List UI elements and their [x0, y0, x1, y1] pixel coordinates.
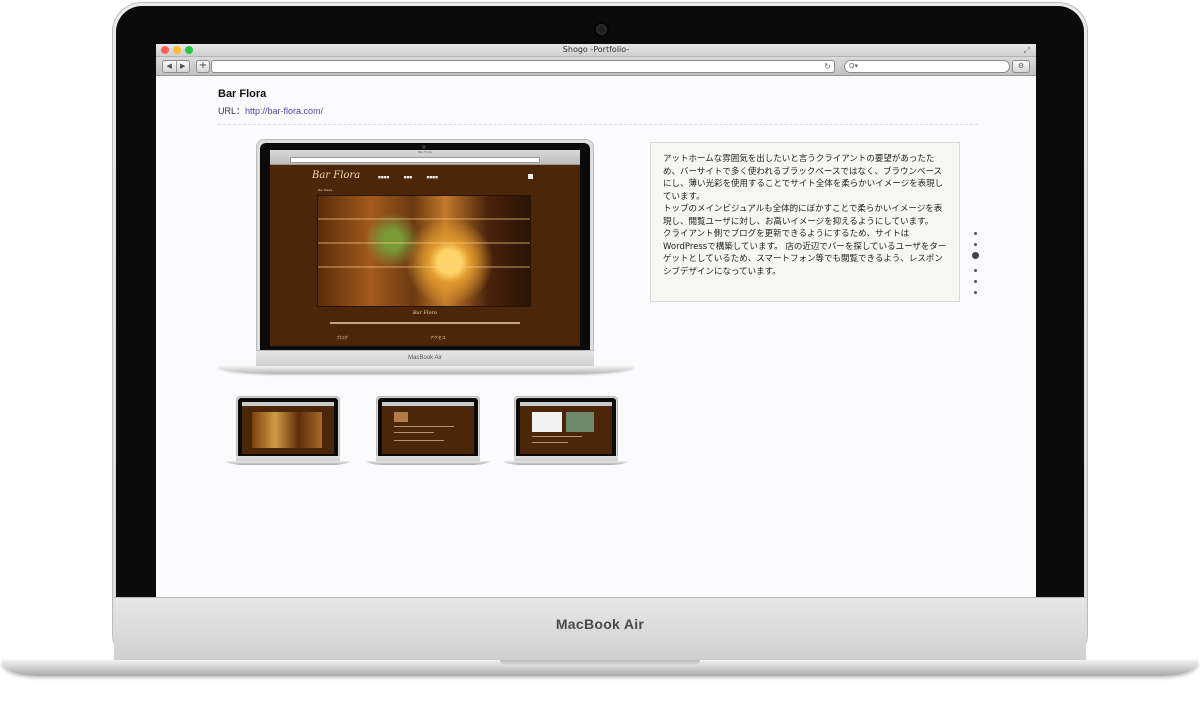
settings-gear-button[interactable]: ⚙: [1012, 60, 1030, 73]
mockup-site-logo: Bar Flora: [312, 170, 361, 181]
mockup-footer-access: アクセス: [430, 335, 446, 340]
thumbnail-1[interactable]: [236, 396, 340, 462]
address-bar[interactable]: ↻: [211, 60, 835, 73]
description-paragraph-3: クライアント側でブログを更新できるようにするため、サイトはWordPressで構…: [663, 229, 947, 277]
search-icon: Q▾: [849, 62, 859, 70]
thumbnail-2-base: [366, 461, 490, 465]
divider: [218, 124, 978, 125]
description-paragraph-2: トップのメインビジュアルも全体的にぼかすことで柔らかいイメージを表現し、閲覧ユー…: [663, 204, 943, 227]
mockup-site-nav: ■■■■ ■■■ ■■■■: [378, 175, 438, 179]
main-screenshot-mockup: Bar Flora Bar Flora ■■■■ ■■■ ■■■■ Bar Ne…: [256, 139, 594, 367]
mockup-footer-blog: ブログ: [336, 335, 348, 340]
project-title: Bar Flora: [218, 88, 267, 100]
pager-dot-5[interactable]: [974, 280, 977, 283]
laptop-notch: [500, 660, 700, 666]
pager-dot-1[interactable]: [974, 232, 977, 235]
mockup-screen: Bar Flora Bar Flora ■■■■ ■■■ ■■■■ Bar Ne…: [270, 150, 580, 346]
mockup-body-text: [330, 322, 520, 324]
new-tab-button[interactable]: +: [196, 60, 210, 73]
portfolio-page: Bar Flora URL：http://bar-flora.com/ Bar …: [156, 76, 1036, 598]
laptop-lid: Shogo -Portfolio- ⤢ ◀ ▶ + ↻ Q▾ ⚙ Bar Flo…: [112, 2, 1088, 664]
mockup-news-label: Bar News: [318, 188, 333, 192]
window-titlebar: Shogo -Portfolio- ⤢: [156, 44, 1036, 57]
thumbnail-2[interactable]: [376, 396, 480, 462]
camera-icon: [596, 24, 607, 35]
fullscreen-icon[interactable]: ⤢: [1024, 46, 1030, 56]
mockup-camera-icon: [422, 145, 426, 149]
browser-window: Shogo -Portfolio- ⤢ ◀ ▶ + ↻ Q▾ ⚙ Bar Flo…: [156, 44, 1036, 598]
mockup-base: [218, 366, 634, 374]
description-paragraph-1: アットホームな雰囲気を出したいと言うクライアントの要望があったため、バーサイトで…: [663, 154, 944, 202]
laptop-base: [2, 660, 1198, 676]
pager-dot-2[interactable]: [974, 243, 977, 246]
back-button[interactable]: ◀: [163, 61, 177, 72]
mockup-script-heading: Bar Flora: [412, 310, 438, 316]
laptop-brand-label: MacBook Air: [555, 616, 645, 632]
project-description: アットホームな雰囲気を出したいと言うクライアントの要望があったため、バーサイトで…: [650, 142, 960, 302]
thumbnail-3-base: [504, 461, 628, 465]
pager-dot-3[interactable]: [972, 252, 979, 259]
url-label: URL：: [218, 106, 246, 116]
reload-icon[interactable]: ↻: [824, 61, 831, 72]
forward-button[interactable]: ▶: [177, 61, 190, 72]
search-field[interactable]: Q▾: [844, 60, 1010, 73]
pager-dot-6[interactable]: [974, 291, 977, 294]
mockup-bar-photo: [318, 196, 530, 306]
window-title: Shogo -Portfolio-: [562, 45, 630, 54]
thumbnail-3[interactable]: [514, 396, 618, 462]
mockup-social-icon: [528, 174, 533, 179]
thumbnail-1-base: [226, 461, 350, 465]
mockup-device-label: MacBook Air: [408, 355, 442, 361]
back-forward-group: ◀ ▶: [162, 60, 190, 73]
laptop-chin: MacBook Air: [114, 597, 1086, 664]
pager-dot-4[interactable]: [974, 269, 977, 272]
project-url-line: URL：http://bar-flora.com/: [218, 104, 323, 117]
project-url-link[interactable]: http://bar-flora.com/: [245, 106, 323, 116]
browser-toolbar: ◀ ▶ + ↻ Q▾ ⚙: [156, 57, 1036, 76]
